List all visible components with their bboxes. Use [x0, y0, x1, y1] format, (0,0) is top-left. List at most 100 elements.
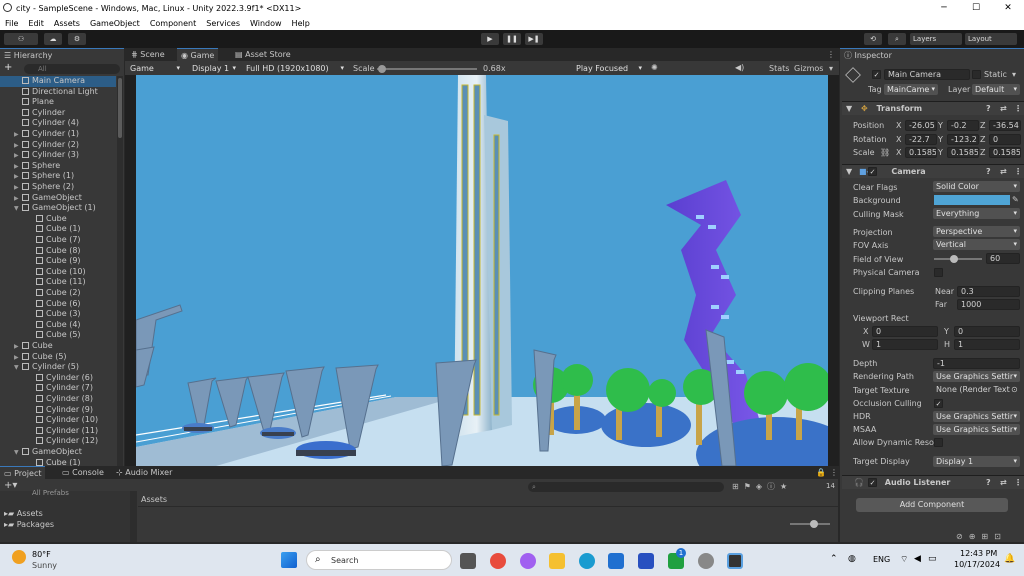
preset-icon[interactable]: ⇄: [1000, 165, 1007, 179]
hierarchy-item[interactable]: ▶ GameObject: [0, 193, 116, 204]
hierarchy-item[interactable]: Cylinder (6): [0, 373, 116, 384]
display-mode-dropdown[interactable]: Game: [127, 63, 183, 74]
physical-camera-checkbox[interactable]: [934, 268, 943, 277]
hierarchy-item[interactable]: Cylinder (7): [0, 383, 116, 394]
tab-asset-store[interactable]: ▤ Asset Store: [231, 48, 295, 61]
hierarchy-item[interactable]: ▼ GameObject: [0, 447, 116, 458]
tree-packages[interactable]: ▸▰ Packages: [4, 520, 54, 529]
more-icon[interactable]: ⋮: [823, 48, 839, 61]
network-tray-icon[interactable]: ◍: [848, 554, 856, 564]
hierarchy-item[interactable]: ▼ Cylinder (5): [0, 362, 116, 373]
wifi-icon[interactable]: ⌔: [900, 554, 908, 565]
project-add-button[interactable]: +▾: [4, 480, 17, 491]
file-explorer-icon[interactable]: [549, 553, 565, 569]
far-field[interactable]: 1000: [957, 299, 1020, 310]
game-view[interactable]: [136, 75, 828, 466]
hierarchy-item[interactable]: ▶ Cylinder (3): [0, 150, 116, 161]
hierarchy-item[interactable]: Cylinder (12): [0, 436, 116, 447]
hierarchy-item[interactable]: Directional Light: [0, 87, 116, 98]
hierarchy-item[interactable]: Cube: [0, 214, 116, 225]
scale-slider-knob[interactable]: [378, 65, 386, 73]
start-button-icon[interactable]: [281, 552, 297, 568]
project-toolbar-icons[interactable]: ⊞⚑◈ⓘ★: [732, 481, 792, 492]
viewport-w-field[interactable]: 1: [872, 339, 938, 350]
menu-gameobject[interactable]: GameObject: [90, 19, 140, 28]
constrain-proportions-icon[interactable]: ⛓: [880, 148, 890, 157]
menu-assets[interactable]: Assets: [54, 19, 80, 28]
project-search-input[interactable]: ⌕: [528, 482, 724, 492]
clock-date[interactable]: 10/17/2024: [954, 560, 1000, 569]
assets-breadcrumb[interactable]: Assets: [141, 495, 167, 504]
weather-desc[interactable]: Sunny: [32, 561, 57, 570]
cloud-icon[interactable]: ☁: [44, 33, 62, 45]
transform-position-x-field[interactable]: -26.05: [905, 120, 937, 131]
hierarchy-item[interactable]: Cube (7): [0, 235, 116, 246]
transform-rotation-y-field[interactable]: -123.2: [947, 133, 979, 145]
audio-listener-checkbox[interactable]: ✓: [868, 478, 877, 487]
tab-game[interactable]: ◉ Game: [177, 48, 219, 61]
play-button[interactable]: ▶: [481, 33, 499, 45]
clock-time[interactable]: 12:43 PM: [960, 549, 997, 558]
tab-audio-mixer[interactable]: ⊹ Audio Mixer: [112, 466, 176, 479]
pause-button[interactable]: ❚❚: [503, 33, 521, 45]
menu-component[interactable]: Component: [150, 19, 196, 28]
add-button[interactable]: +: [4, 62, 12, 73]
hierarchy-item[interactable]: ▶ Sphere: [0, 161, 116, 172]
component-menu-icon[interactable]: ⋮: [1014, 102, 1022, 116]
background-color-swatch[interactable]: [934, 195, 1010, 205]
search-icon[interactable]: ⌕: [888, 33, 906, 45]
hdr-dropdown[interactable]: Use Graphics Settir: [933, 411, 1020, 422]
component-menu-icon[interactable]: ⋮: [1014, 165, 1022, 179]
gizmos-dropdown-icon[interactable]: ▾: [829, 64, 833, 73]
hierarchy-item[interactable]: Cylinder (9): [0, 405, 116, 416]
hierarchy-item[interactable]: ▶ Cylinder (2): [0, 140, 116, 151]
project-tree-scrollbar[interactable]: [130, 491, 137, 542]
stats-button[interactable]: Stats: [769, 64, 789, 73]
layer-dropdown[interactable]: Default: [972, 84, 1020, 95]
hierarchy-item[interactable]: Cube (5): [0, 330, 116, 341]
more-icon[interactable]: ⋮: [826, 466, 842, 479]
hierarchy-item[interactable]: Cube (4): [0, 320, 116, 331]
edge-icon[interactable]: [579, 553, 595, 569]
tray-overflow-icon[interactable]: ⌃: [830, 554, 838, 564]
transform-header[interactable]: ▼ ✥ Transform ? ⇄ ⋮: [842, 101, 1024, 115]
tree-all-prefabs[interactable]: All Prefabs: [32, 489, 69, 497]
audio-mute-icon[interactable]: ◀): [735, 63, 744, 72]
scale-slider[interactable]: [377, 65, 477, 73]
dynamic-resolution-checkbox[interactable]: [934, 438, 943, 447]
hierarchy-item[interactable]: Cube (2): [0, 288, 116, 299]
photos-icon[interactable]: [638, 553, 654, 569]
tab-inspector[interactable]: ⓘ Inspector: [840, 48, 1024, 61]
menu-services[interactable]: Services: [206, 19, 240, 28]
hierarchy-item[interactable]: Cube (8): [0, 246, 116, 257]
display-dropdown[interactable]: Display 1: [189, 63, 239, 74]
target-display-dropdown[interactable]: Display 1: [933, 456, 1020, 467]
projection-dropdown[interactable]: Perspective: [933, 226, 1020, 237]
near-field[interactable]: 0.3: [957, 286, 1020, 297]
hierarchy-item[interactable]: ▼ GameObject (1): [0, 203, 116, 214]
clear-flags-dropdown[interactable]: Solid Color: [933, 181, 1020, 192]
transform-rotation-x-field[interactable]: -22.7: [905, 133, 937, 145]
tab-project[interactable]: ▭ Project: [0, 466, 46, 479]
tag-dropdown[interactable]: MainCame: [884, 84, 938, 95]
object-name-field[interactable]: Main Camera: [884, 69, 970, 80]
camera-header[interactable]: ▼ ■◂ ✓ Camera ? ⇄ ⋮: [842, 164, 1024, 178]
hierarchy-item[interactable]: Plane: [0, 97, 116, 108]
fov-value-field[interactable]: 60: [986, 253, 1020, 264]
rendering-path-dropdown[interactable]: Use Graphics Settir: [933, 371, 1020, 382]
tab-hierarchy[interactable]: ☰ Hierarchy: [0, 48, 124, 61]
hierarchy-search-input[interactable]: All: [24, 64, 120, 74]
settings-icon[interactable]: ⚙: [68, 33, 86, 45]
close-button[interactable]: ✕: [992, 0, 1024, 16]
notification-bell-icon[interactable]: 🔔: [1004, 554, 1015, 564]
help-icon[interactable]: ?: [986, 476, 991, 490]
hierarchy-item[interactable]: Cylinder (10): [0, 415, 116, 426]
transform-position-y-field[interactable]: -0.2: [947, 120, 979, 131]
target-texture-field[interactable]: None (Render Text: [933, 385, 1011, 396]
task-view-icon[interactable]: [460, 553, 476, 569]
audio-listener-header[interactable]: 🎧 ✓ Audio Listener ? ⇄ ⋮: [842, 475, 1024, 489]
menu-file[interactable]: File: [5, 19, 18, 28]
taskbar-search-input[interactable]: ⌕ Search: [306, 550, 452, 570]
layers-dropdown[interactable]: Layers: [910, 33, 962, 45]
hierarchy-item[interactable]: ▶ Cube: [0, 341, 116, 352]
